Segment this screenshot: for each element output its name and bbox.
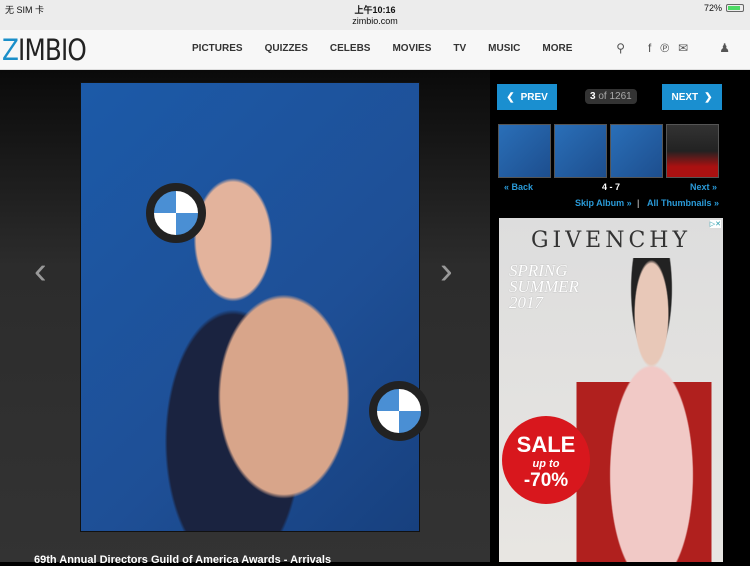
prev-button[interactable]: ❮ PREV [497, 84, 557, 110]
ad-brand: GIVENCHY [530, 228, 691, 253]
chevron-right-icon: ❯ [704, 91, 713, 103]
ad-season: SPRING SUMMER 2017 [509, 261, 579, 312]
nav-movies[interactable]: MOVIES [392, 43, 431, 54]
bmw-logo [369, 381, 429, 441]
thumbnail[interactable] [498, 124, 551, 178]
skip-album-link[interactable]: Skip Album » [575, 198, 632, 208]
status-bar: 无 SIM 卡 上午10:16 zimbio.com 72% [0, 0, 750, 30]
thumb-range: 4 - 7 [602, 182, 621, 192]
nav-pictures[interactable]: PICTURES [192, 43, 243, 54]
gallery-photo[interactable] [80, 82, 429, 532]
givenchy-ad[interactable]: GIVENCHY SPRING SUMMER 2017 SALE up to -70… [499, 218, 723, 562]
url-bar[interactable]: zimbio.com [0, 16, 750, 26]
photo-viewer: ‹ › 69th Annual Directors Guild of Ameri… [0, 70, 490, 566]
photo-caption: 69th Annual Directors Guild of America A… [34, 554, 332, 566]
clock: 上午10:16 [354, 5, 396, 15]
nav-quizzes[interactable]: QUIZZES [265, 43, 308, 54]
battery-percent: 72% [703, 3, 722, 13]
gallery-sidebar: ❮ PREV 3 of 1261 NEXT ❯ « Back 4 - 7 Next … [490, 70, 750, 562]
next-link[interactable]: Next » [690, 182, 717, 192]
user-icon[interactable]: ♟ [719, 41, 730, 55]
separator: | [637, 198, 640, 208]
sale-badge: SALE up to -70% [502, 416, 590, 504]
all-thumbnails-link[interactable]: All Thumbnails » [647, 198, 719, 208]
pinterest-icon[interactable]: ℗ [660, 41, 669, 55]
thumbnail[interactable] [554, 124, 607, 178]
back-link[interactable]: « Back [504, 182, 533, 192]
nav-more[interactable]: MORE [542, 43, 572, 54]
search-icon[interactable]: ⚲ [616, 41, 625, 55]
chevron-left-icon: ❮ [506, 91, 515, 103]
facebook-icon[interactable]: f [648, 41, 651, 55]
prev-arrow-icon[interactable]: ‹ [34, 250, 47, 293]
photo-counter: 3 of 1261 [585, 89, 637, 104]
zimbio-logo[interactable]: ZIMBIO [2, 33, 87, 67]
nav-tv[interactable]: TV [453, 43, 466, 54]
adchoices-icon[interactable]: ▷✕ [709, 220, 721, 228]
bmw-logo [146, 183, 206, 243]
thumbnail[interactable] [610, 124, 663, 178]
battery-icon [726, 4, 744, 12]
next-arrow-icon[interactable]: › [440, 250, 453, 293]
site-header: ZIMBIO PICTURES QUIZZES CELEBS MOVIES TV… [0, 30, 750, 70]
next-button[interactable]: NEXT ❯ [662, 84, 722, 110]
nav-music[interactable]: MUSIC [488, 43, 520, 54]
ad-model-image [569, 258, 719, 562]
thumbnail[interactable] [666, 124, 719, 178]
email-icon[interactable]: ✉ [678, 41, 688, 55]
nav-celebs[interactable]: CELEBS [330, 43, 371, 54]
